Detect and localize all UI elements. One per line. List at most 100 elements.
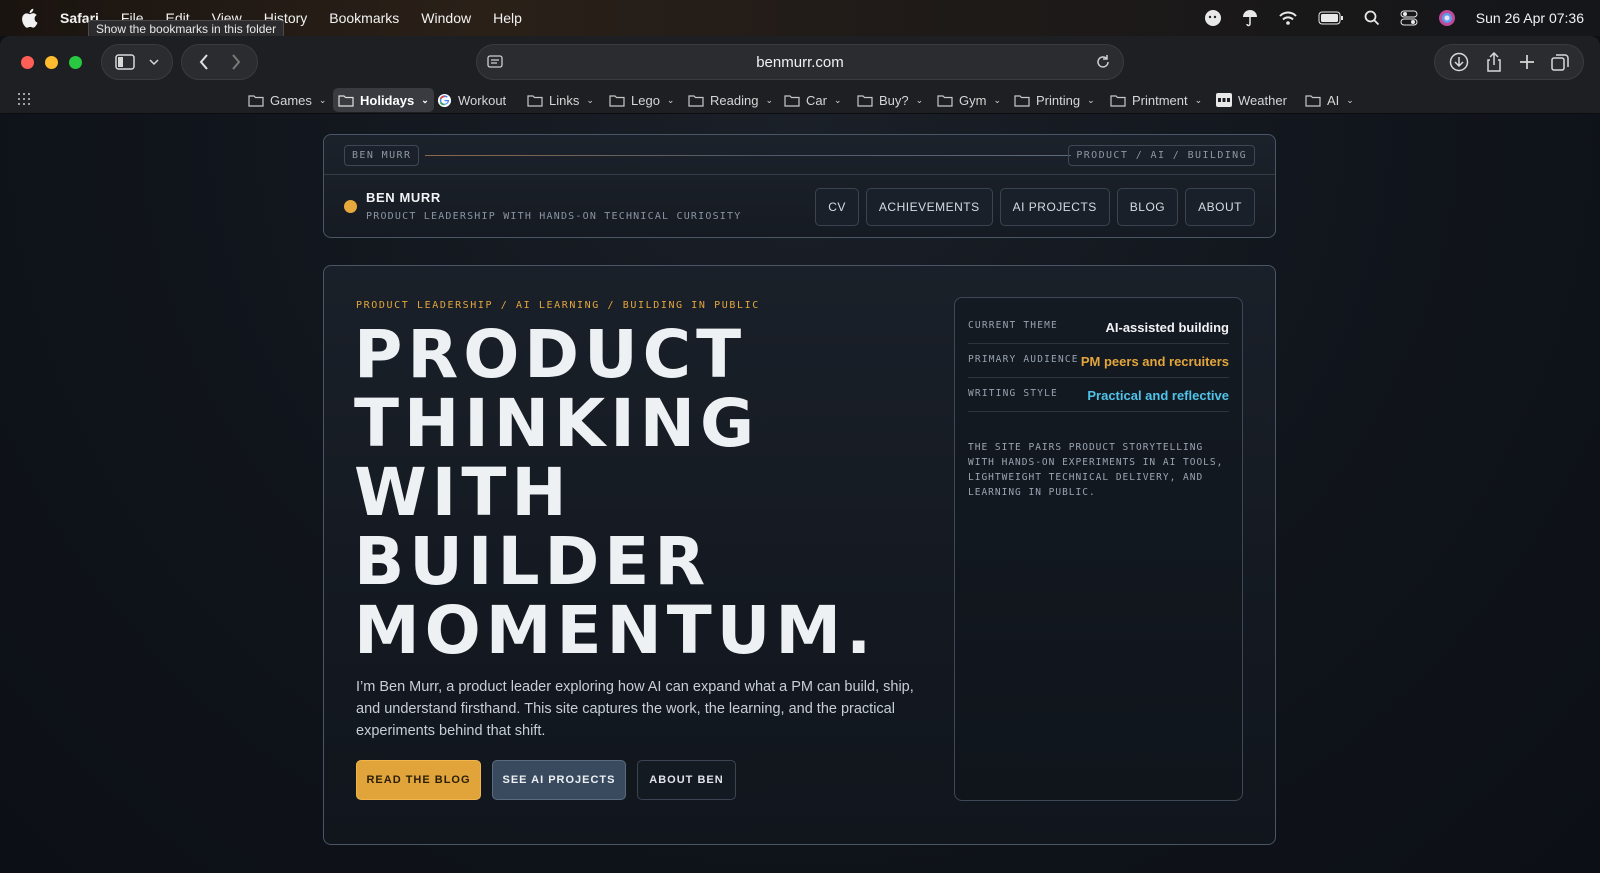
bookmark-label: Printing: [1036, 92, 1081, 108]
hero-eyebrow: PRODUCT LEADERSHIP / AI LEARNING / BUILD…: [356, 300, 760, 311]
panel-key: CURRENT THEME: [968, 320, 1058, 331]
forward-arrow-icon[interactable]: [231, 54, 241, 70]
favorites-grid-icon[interactable]: [18, 93, 30, 105]
umbrella-icon[interactable]: [1242, 9, 1258, 27]
brand-name[interactable]: BEN MURR: [366, 190, 441, 205]
bookmark-folder-holidays[interactable]: Holidays ⌄: [333, 88, 434, 112]
nav-achievements[interactable]: ACHIEVEMENTS: [865, 188, 993, 226]
bookmark-label: Printment: [1132, 92, 1188, 108]
profile-panel: CURRENT THEME AI-assisted building PRIMA…: [954, 297, 1243, 801]
header-tag-right: PRODUCT / AI / BUILDING: [1068, 145, 1255, 166]
menu-bookmarks[interactable]: Bookmarks: [329, 10, 399, 26]
headline-line: MOMENTUM.: [354, 592, 877, 669]
battery-icon[interactable]: [1318, 11, 1344, 25]
site-nav: CV ACHIEVEMENTS AI PROJECTS BLOG ABOUT: [815, 188, 1255, 226]
sidebar-toggle-group[interactable]: [101, 44, 173, 80]
download-icon[interactable]: [1449, 52, 1469, 72]
wifi-icon[interactable]: [1278, 10, 1298, 26]
toolbar-actions-group: [1434, 44, 1584, 80]
panel-row-writing-style: WRITING STYLE Practical and reflective: [968, 378, 1229, 412]
folder-icon: [338, 94, 354, 107]
status-area: Sun 26 Apr 07:36: [1204, 0, 1584, 36]
url-text[interactable]: benmurr.com: [756, 54, 844, 71]
panel-value: Practical and reflective: [1087, 388, 1229, 403]
panel-key: WRITING STYLE: [968, 388, 1058, 399]
bookmark-label: Holidays: [360, 92, 415, 108]
bookmark-label: AI: [1327, 92, 1340, 108]
tab-overview-icon[interactable]: [1551, 53, 1569, 71]
bookmark-folder-buy[interactable]: Buy? ⌄: [852, 88, 928, 112]
read-the-blog-button[interactable]: READ THE BLOG: [356, 760, 481, 800]
page-menu-icon[interactable]: [487, 54, 503, 70]
bookmark-folder-links[interactable]: Links ⌄: [522, 88, 599, 112]
new-tab-icon[interactable]: [1519, 54, 1535, 70]
address-bar[interactable]: benmurr.com: [476, 44, 1124, 80]
weather-site-icon: [1216, 93, 1232, 107]
hero-headline: PRODUCT THINKING WITH BUILDER MOMENTUM.: [354, 320, 914, 665]
folder-icon: [857, 94, 873, 107]
back-arrow-icon[interactable]: [199, 54, 209, 70]
panel-key: PRIMARY AUDIENCE: [968, 354, 1079, 365]
panel-value: AI-assisted building: [1105, 320, 1229, 335]
bookmark-label: Car: [806, 92, 827, 108]
fullscreen-window-button[interactable]: [69, 56, 82, 69]
bookmark-label: Lego: [631, 92, 660, 108]
folder-icon: [784, 94, 800, 107]
brand-tagline: PRODUCT LEADERSHIP WITH HANDS-ON TECHNIC…: [366, 211, 742, 222]
chevron-down-icon: ⌄: [765, 94, 773, 105]
panel-description: THE SITE PAIRS PRODUCT STORYTELLING WITH…: [968, 442, 1224, 498]
siri-icon[interactable]: [1438, 9, 1456, 27]
nav-ai-projects[interactable]: AI PROJECTS: [999, 188, 1110, 226]
control-center-icon[interactable]: [1400, 10, 1418, 26]
bookmark-folder-printment[interactable]: Printment ⌄: [1105, 88, 1207, 112]
panel-row-current-theme: CURRENT THEME AI-assisted building: [968, 310, 1229, 344]
chevron-down-icon: ⌄: [421, 94, 429, 105]
close-window-button[interactable]: [21, 56, 34, 69]
hero-section: PRODUCT LEADERSHIP / AI LEARNING / BUILD…: [323, 265, 1276, 845]
chevron-down-icon[interactable]: [149, 58, 159, 66]
bookmark-folder-gym[interactable]: Gym ⌄: [932, 88, 1006, 112]
folder-icon: [688, 94, 704, 107]
see-ai-projects-button[interactable]: SEE AI PROJECTS: [492, 760, 626, 800]
chevron-down-icon: ⌄: [1087, 94, 1095, 105]
bookmark-label: Weather: [1238, 92, 1287, 108]
clock[interactable]: Sun 26 Apr 07:36: [1476, 10, 1584, 26]
reload-icon[interactable]: [1095, 54, 1111, 70]
bookmark-folder-reading[interactable]: Reading ⌄: [683, 88, 778, 112]
nav-cv[interactable]: CV: [815, 188, 859, 226]
hero-intro: I’m Ben Murr, a product leader exploring…: [356, 679, 914, 739]
bookmark-workout[interactable]: Workout: [432, 88, 511, 112]
bookmark-folder-ai[interactable]: AI ⌄: [1300, 88, 1359, 112]
apple-icon[interactable]: [20, 8, 38, 28]
bookmark-folder-printing[interactable]: Printing ⌄: [1009, 88, 1100, 112]
headline-line: THINKING: [354, 385, 760, 462]
chevron-down-icon: ⌄: [666, 94, 675, 105]
minimize-window-button[interactable]: [45, 56, 58, 69]
menu-window[interactable]: Window: [421, 10, 471, 26]
about-ben-button[interactable]: ABOUT BEN: [637, 760, 736, 800]
nav-blog[interactable]: BLOG: [1116, 188, 1179, 226]
web-page: BEN MURR PRODUCT / AI / BUILDING BEN MUR…: [0, 114, 1600, 873]
bookmarks-bar: Games ⌄ Holidays ⌄ Workout Links ⌄ Lego ⌄ Re…: [0, 87, 1600, 113]
bookmark-label: Links: [549, 92, 580, 108]
bookmark-label: Gym: [959, 92, 987, 108]
chevron-down-icon: ⌄: [586, 94, 594, 105]
bookmark-folder-lego[interactable]: Lego ⌄: [604, 88, 679, 112]
bookmark-weather[interactable]: Weather: [1211, 88, 1292, 112]
folder-icon: [1305, 94, 1321, 107]
nav-about[interactable]: ABOUT: [1185, 188, 1255, 226]
history-nav-group: [181, 44, 258, 80]
chevron-down-icon: ⌄: [318, 94, 327, 105]
panel-value: PM peers and recruiters: [1080, 354, 1229, 369]
panel-row-primary-audience: PRIMARY AUDIENCE PM peers and recruiters: [968, 344, 1229, 378]
menu-help[interactable]: Help: [493, 10, 522, 26]
bookmark-label: Buy?: [879, 92, 909, 108]
browser-toolbar: benmurr.com Games ⌄ Holidays ⌄ Workout Lin…: [0, 36, 1600, 114]
bookmark-folder-games[interactable]: Games ⌄: [243, 88, 331, 112]
bookmark-folder-car[interactable]: Car ⌄: [779, 88, 847, 112]
folder-icon: [1110, 94, 1126, 107]
sidebar-icon[interactable]: [115, 54, 135, 70]
chat-icon[interactable]: [1204, 9, 1222, 27]
share-icon[interactable]: [1485, 52, 1503, 72]
spotlight-search-icon[interactable]: [1364, 10, 1380, 26]
